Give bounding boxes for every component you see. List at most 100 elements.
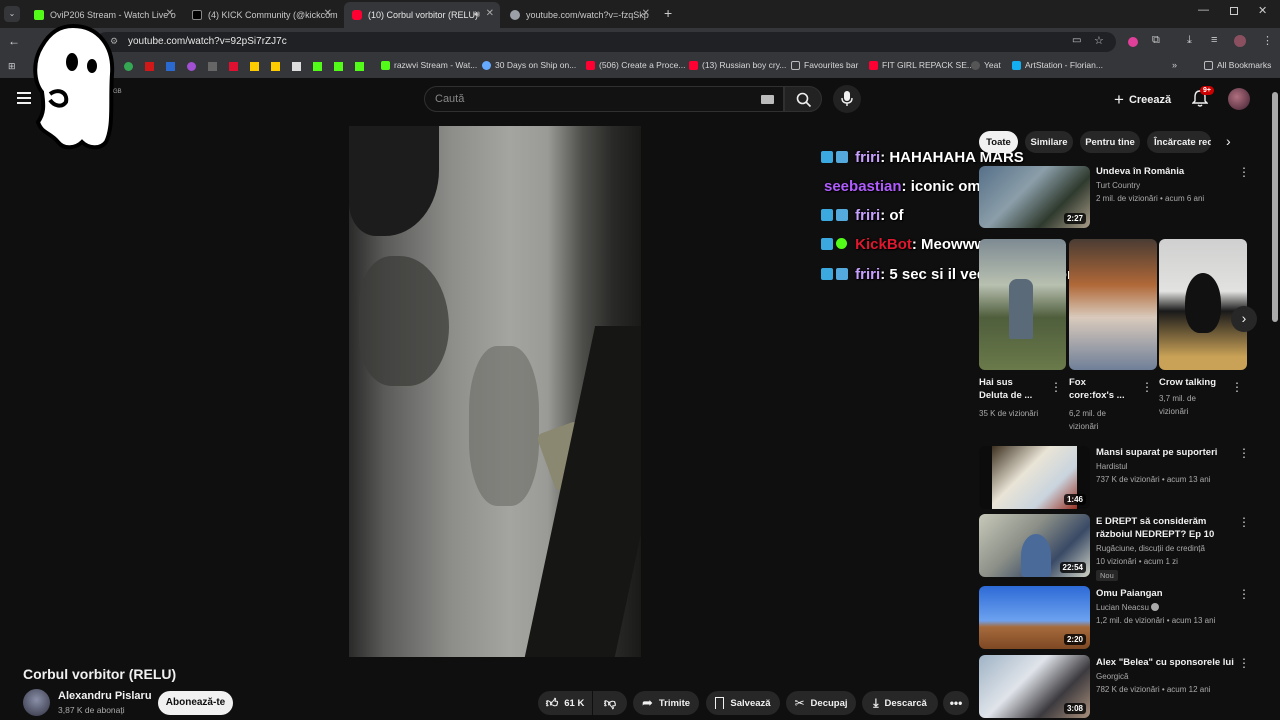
search-input[interactable]: Caută <box>424 86 784 112</box>
bookmark-item[interactable]: razwvi Stream - Wat... <box>381 60 477 70</box>
tab-kick-community[interactable]: (4) KICK Community (@kickcom ✕ <box>184 4 338 26</box>
extension-icon[interactable] <box>1128 37 1138 47</box>
keyboard-icon[interactable] <box>761 95 774 104</box>
channel-name[interactable]: Lucian Neacsu <box>1096 601 1160 614</box>
video-title[interactable]: Alex "Belea" cu sponsorele lui <box>1096 656 1236 669</box>
tab-search-button[interactable]: ⌄ <box>4 6 20 22</box>
puzzle-icon[interactable]: ⧉ <box>1152 34 1160 47</box>
bookmark-favicon-icon[interactable] <box>229 62 238 71</box>
chip-all[interactable]: Toate <box>979 131 1018 153</box>
bookmark-icon-row[interactable] <box>124 62 372 72</box>
account-avatar[interactable] <box>1228 88 1250 110</box>
bookmark-favicon-icon[interactable] <box>250 62 259 71</box>
short-title[interactable]: Crow talking <box>1159 376 1229 389</box>
bookmark-item[interactable]: FIT GIRL REPACK SE... <box>869 60 974 70</box>
new-tab-button[interactable]: + <box>664 5 672 21</box>
clip-button[interactable]: ✂ Decupaj <box>786 691 856 715</box>
video-thumbnail[interactable]: 22:54 <box>979 514 1090 577</box>
download-icon[interactable]: ⤓ <box>1187 34 1192 47</box>
more-actions-icon[interactable]: ⋮ <box>1238 515 1250 529</box>
video-title[interactable]: Omu Paiangan <box>1096 587 1236 600</box>
profile-avatar-icon[interactable] <box>1234 35 1246 47</box>
kick-icon[interactable] <box>355 62 364 71</box>
video-thumbnail[interactable]: 2:27 <box>979 166 1090 228</box>
short-title[interactable]: Fox core:fox's ... <box>1069 376 1133 402</box>
bookmark-favicon-icon[interactable] <box>187 62 196 71</box>
voice-search-button[interactable] <box>833 85 861 113</box>
chip-recently-uploaded[interactable]: Încărcate rec <box>1147 131 1211 153</box>
bookmark-item[interactable]: 30 Days on Ship on... <box>482 60 576 70</box>
channel-name[interactable]: Turt Country <box>1096 179 1140 192</box>
video-thumbnail[interactable]: 1:46 <box>979 446 1090 509</box>
bookmark-favicon-icon[interactable] <box>292 62 301 71</box>
audio-icon[interactable]: 🔊︎ <box>474 9 480 20</box>
bookmark-favicon-icon[interactable] <box>271 62 280 71</box>
omnibox[interactable]: ⚙ youtube.com/watch?v=92pSi7rZJ7c ▭ ☆ <box>96 32 1116 52</box>
kick-icon[interactable] <box>313 62 322 71</box>
close-icon[interactable]: ✕ <box>166 8 174 19</box>
bookmark-favicon-icon[interactable] <box>145 62 154 71</box>
video-thumbnail[interactable]: 2:20 <box>979 586 1090 649</box>
more-actions-icon[interactable]: ⋮ <box>1238 165 1250 179</box>
maximize-button[interactable] <box>1230 7 1238 15</box>
media-icon[interactable]: ≡ <box>1211 34 1217 46</box>
close-icon[interactable]: ✕ <box>642 8 650 19</box>
chip-for-you[interactable]: Pentru tine <box>1080 131 1140 153</box>
video-player[interactable] <box>349 126 641 657</box>
short-title[interactable]: Hai sus Deluta de ... <box>979 376 1043 402</box>
bookmark-item[interactable]: (13) Russian boy cry... <box>689 60 786 70</box>
more-actions-icon[interactable]: ⋮ <box>1231 380 1243 394</box>
bookmark-item[interactable]: Yeat <box>971 60 1001 70</box>
create-button[interactable]: + Creează <box>1114 90 1171 110</box>
more-actions-icon[interactable]: ⋮ <box>1238 656 1250 670</box>
close-icon[interactable]: ✕ <box>486 8 494 19</box>
close-window-button[interactable]: ✕ <box>1258 4 1267 17</box>
short-thumbnail[interactable] <box>1069 239 1157 370</box>
download-button[interactable]: ⤓ Descarcă <box>862 691 938 715</box>
more-actions-icon[interactable]: ⋮ <box>1238 446 1250 460</box>
notifications-button[interactable]: 9+ <box>1191 86 1214 110</box>
channel-name[interactable]: Georgică <box>1096 670 1128 683</box>
bookmark-item[interactable]: ArtStation - Florian... <box>1012 60 1103 70</box>
page-scrollbar[interactable] <box>1272 92 1278 322</box>
channel-name[interactable]: Rugăciune, discuții de credință <box>1096 542 1205 555</box>
share-button[interactable]: ➦ Trimite <box>633 691 699 715</box>
dislike-button[interactable]: 👎︎ <box>593 691 627 715</box>
short-thumbnail[interactable] <box>979 239 1066 370</box>
minimize-button[interactable]: — <box>1198 4 1209 16</box>
chevron-right-icon[interactable]: › <box>1226 133 1231 149</box>
more-actions-icon[interactable]: ⋮ <box>1141 380 1153 394</box>
install-icon[interactable]: ▭ <box>1072 35 1081 46</box>
like-button[interactable]: 👍︎ 61 K <box>538 691 592 715</box>
save-button[interactable]: Salvează <box>706 691 780 715</box>
video-title[interactable]: Undeva în România <box>1096 165 1236 178</box>
all-bookmarks-folder[interactable]: All Bookmarks <box>1204 60 1271 70</box>
bookmark-star-icon[interactable]: ☆ <box>1094 34 1104 47</box>
bookmark-favicon-icon[interactable] <box>166 62 175 71</box>
more-actions-button[interactable]: ••• <box>943 691 969 715</box>
more-actions-icon[interactable]: ⋮ <box>1050 380 1062 394</box>
back-icon[interactable]: ← <box>8 34 20 48</box>
chip-related[interactable]: Similare <box>1025 131 1073 153</box>
channel-name[interactable]: Alexandru Pislaru <box>58 690 152 702</box>
maps-pin-icon[interactable] <box>124 62 133 71</box>
apps-icon[interactable]: ⊞ <box>8 61 16 72</box>
video-thumbnail[interactable]: 3:08 <box>979 655 1090 718</box>
bookmark-folder[interactable]: Favourites bar <box>791 60 858 70</box>
video-title[interactable]: E DREPT să considerăm războiul NEDREPT? … <box>1096 515 1236 541</box>
subscribe-button[interactable]: Abonează-te <box>158 691 233 715</box>
channel-name[interactable]: Hardistul <box>1096 460 1128 473</box>
tab-youtube-2[interactable]: youtube.com/watch?v=-fzqSkp ✕ <box>502 4 656 26</box>
more-bookmarks-icon[interactable]: » <box>1172 60 1177 70</box>
shelf-next-button[interactable]: › <box>1231 306 1257 332</box>
video-title[interactable]: Mansi suparat pe suporteri <box>1096 446 1236 459</box>
bookmark-item[interactable]: (506) Create a Proce... <box>586 60 685 70</box>
tab-youtube-active[interactable]: (10) Corbul vorbitor (RELU) 🔊︎ ✕ <box>344 2 500 28</box>
search-button[interactable] <box>784 86 822 112</box>
kick-icon[interactable] <box>334 62 343 71</box>
bookmark-favicon-icon[interactable] <box>208 62 217 71</box>
close-icon[interactable]: ✕ <box>324 8 332 19</box>
channel-avatar[interactable] <box>23 689 50 716</box>
address-text[interactable]: youtube.com/watch?v=92pSi7rZJ7c <box>128 36 287 47</box>
short-thumbnail[interactable] <box>1159 239 1247 370</box>
